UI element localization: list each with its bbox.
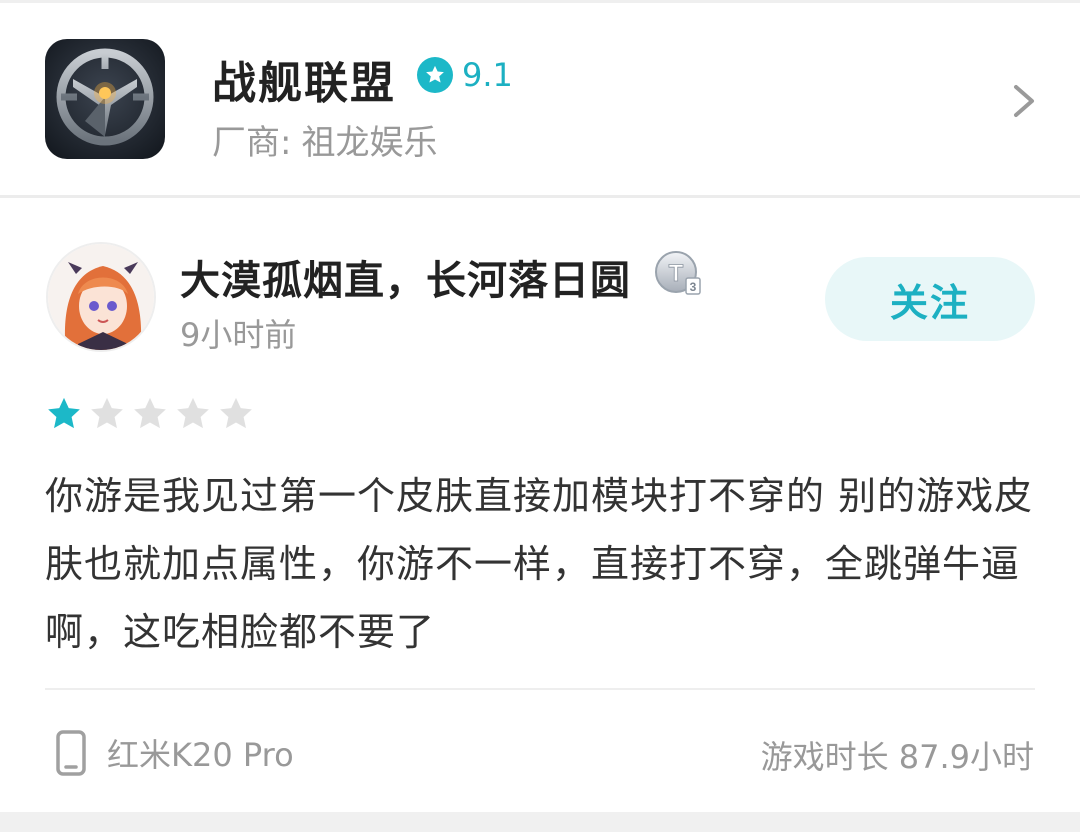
star-empty-icon [220,397,252,429]
score-value: 9.1 [462,56,513,94]
star-empty-icon [91,397,123,429]
vendor-name: 祖龙娱乐 [301,123,438,163]
star-empty-icon [134,397,166,429]
star-empty-icon [177,397,209,429]
section-divider [0,195,1080,198]
vendor-info: 厂商: 祖龙娱乐 [212,115,437,164]
bottom-divider [0,812,1080,832]
vendor-label: 厂商: [212,123,292,163]
svg-text:3: 3 [690,280,697,294]
star-badge-icon [417,57,453,93]
star-filled-icon [48,397,80,429]
review-text[interactable]: 你游是我见过第一个皮肤直接加模块打不穿的 别的游戏皮肤也就加点属性，你游不一样，… [45,462,1035,666]
user-name[interactable]: 大漠孤烟直，长河落日圆 [180,248,631,306]
game-score: 9.1 [417,55,513,95]
playtime: 游戏时长 87.9小时 [760,738,1034,776]
chevron-right-icon[interactable] [1006,81,1042,121]
device-info: 红米K20 Pro [55,728,294,778]
game-logo-icon[interactable] [45,39,165,159]
follow-button[interactable]: 关注 [825,257,1035,341]
level-badge-icon: T 3 [654,250,704,298]
svg-text:T: T [669,260,684,287]
rating-stars [45,395,260,433]
phone-icon [56,730,86,776]
game-title: 战舰联盟 [212,58,396,109]
review-time: 9小时前 [180,316,297,354]
avatar[interactable] [46,242,156,352]
review-divider [45,688,1035,690]
game-card[interactable]: 战舰联盟 9.1 厂商: 祖龙娱乐 [0,3,1080,195]
device-name: 红米K20 Pro [107,736,294,774]
